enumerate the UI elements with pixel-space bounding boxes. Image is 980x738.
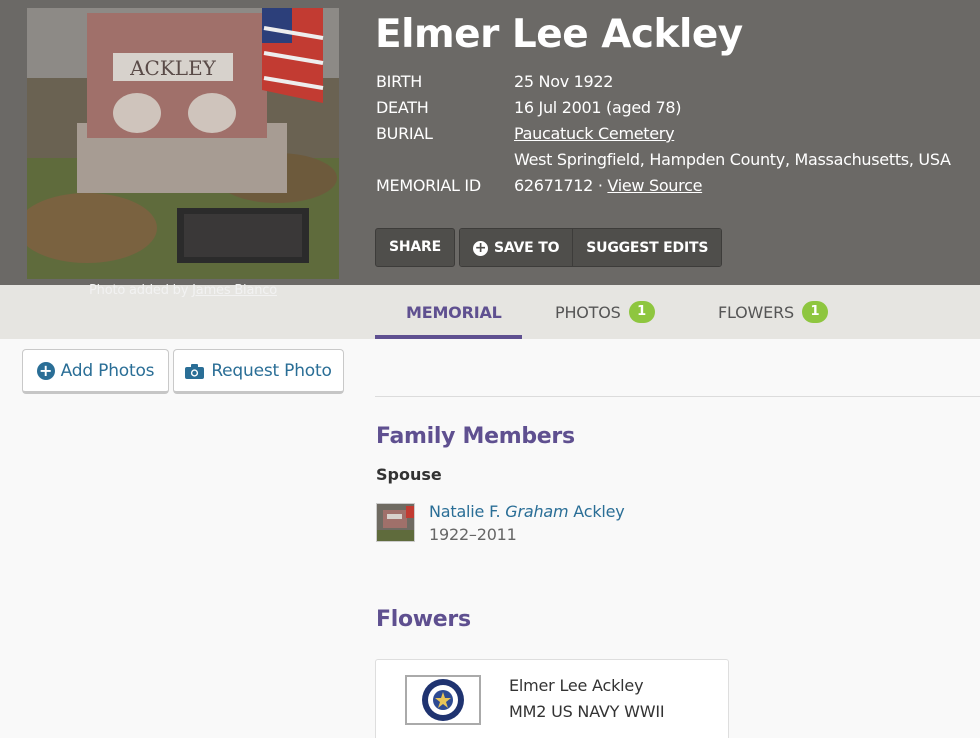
spouse-dates: 1922–2011 bbox=[429, 525, 517, 544]
photos-count-badge: 1 bbox=[628, 301, 655, 323]
death-label: DEATH bbox=[376, 98, 429, 117]
suggest-edits-button[interactable]: SUGGEST EDITS bbox=[572, 229, 722, 266]
flowers-title: Flowers bbox=[376, 607, 471, 632]
add-photos-label: Add Photos bbox=[60, 360, 155, 381]
burial-location: West Springfield, Hampden County, Massac… bbox=[514, 150, 951, 169]
share-button[interactable]: SHARE bbox=[375, 228, 455, 267]
burial-label: BURIAL bbox=[376, 124, 433, 143]
tab-flowers-label: FLOWERS bbox=[718, 302, 794, 322]
headstone-engraving: ACKLEY bbox=[129, 56, 217, 80]
view-source-link[interactable]: View Source bbox=[607, 176, 702, 195]
memorial-name: Elmer Lee Ackley bbox=[375, 12, 743, 57]
memorial-id-separator: · bbox=[593, 176, 608, 195]
content-divider bbox=[375, 396, 980, 397]
spouse-photo-thumbnail[interactable] bbox=[376, 503, 415, 542]
birth-value: 25 Nov 1922 bbox=[514, 72, 614, 91]
request-photo-label: Request Photo bbox=[211, 360, 332, 381]
camera-icon bbox=[185, 363, 205, 379]
burial-value: Paucatuck Cemetery bbox=[514, 124, 675, 143]
save-to-label: SAVE TO bbox=[493, 240, 560, 256]
photo-credit: Photo added by James Bianco bbox=[27, 283, 339, 298]
flower-line-1: Elmer Lee Ackley bbox=[509, 676, 644, 695]
memorial-id-label: MEMORIAL ID bbox=[376, 176, 481, 195]
memorial-actions: SHARE + SAVE TO SUGGEST EDITS bbox=[375, 228, 723, 267]
tab-photos-label: PHOTOS bbox=[555, 302, 621, 322]
spouse-last-name: Ackley bbox=[568, 502, 625, 521]
navy-seal-icon bbox=[422, 679, 464, 721]
active-tab-indicator bbox=[375, 335, 522, 339]
spouse-maiden-name: Graham bbox=[505, 502, 569, 521]
plus-circle-icon: + bbox=[36, 361, 55, 380]
request-photo-button[interactable]: Request Photo bbox=[173, 349, 344, 394]
photo-credit-prefix: Photo added by bbox=[89, 283, 193, 298]
headstone-photo[interactable]: ACKLEY bbox=[27, 8, 339, 279]
flowers-count-badge: 1 bbox=[801, 301, 828, 323]
plus-circle-icon: + bbox=[472, 240, 488, 256]
spouse-name-link[interactable]: Natalie F. Graham Ackley bbox=[429, 502, 625, 521]
flower-card[interactable]: Elmer Lee Ackley MM2 US NAVY WWII bbox=[375, 659, 729, 738]
save-to-button[interactable]: + SAVE TO bbox=[459, 229, 573, 266]
spouse-thumbnail-image bbox=[377, 504, 414, 541]
spouse-first-name: Natalie F. bbox=[429, 502, 506, 521]
tab-photos[interactable]: PHOTOS 1 bbox=[555, 285, 655, 339]
birth-label: BIRTH bbox=[376, 72, 422, 91]
navy-emblem-image bbox=[405, 675, 481, 725]
action-button-group: + SAVE TO SUGGEST EDITS bbox=[458, 228, 723, 267]
memorial-id-value: 62671712 · View Source bbox=[514, 176, 702, 195]
spouse-heading: Spouse bbox=[376, 465, 442, 484]
flower-line-2: MM2 US NAVY WWII bbox=[509, 702, 665, 721]
headstone-image: ACKLEY bbox=[27, 8, 339, 279]
tab-flowers[interactable]: FLOWERS 1 bbox=[718, 285, 828, 339]
memorial-id: 62671712 bbox=[514, 176, 594, 195]
add-photos-button[interactable]: + Add Photos bbox=[22, 349, 169, 394]
photo-contributor-link[interactable]: James Bianco bbox=[192, 283, 277, 298]
cemetery-link[interactable]: Paucatuck Cemetery bbox=[514, 124, 675, 143]
death-value: 16 Jul 2001 (aged 78) bbox=[514, 98, 682, 117]
family-members-title: Family Members bbox=[376, 424, 575, 449]
tab-memorial-label: MEMORIAL bbox=[406, 302, 502, 322]
tab-memorial[interactable]: MEMORIAL bbox=[406, 285, 502, 339]
